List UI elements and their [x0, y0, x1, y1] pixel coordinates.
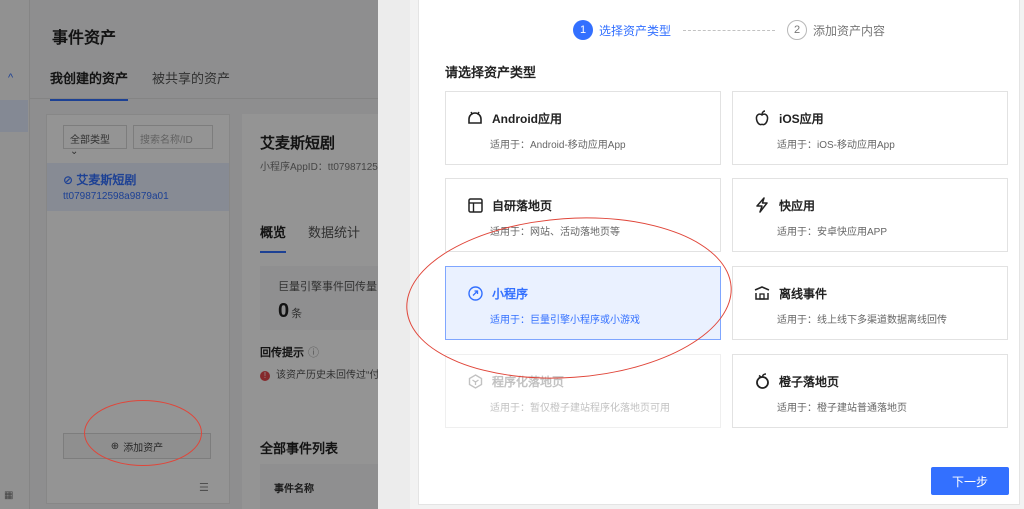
card-quick-app-desc: 适用于：安卓快应用APP [777, 227, 888, 238]
apple-icon [753, 109, 771, 127]
offline-icon [753, 284, 771, 302]
card-offline-event[interactable]: 离线事件 适用于：线上线下多渠道数据离线回传 [732, 266, 1008, 340]
card-self-landing-page[interactable]: 自研落地页 适用于：网站、活动落地页等 [445, 178, 721, 252]
card-ios-desc: 适用于：iOS-移动应用App [777, 140, 895, 151]
card-orange-landing-page[interactable]: 橙子落地页 适用于：橙子建站普通落地页 [732, 354, 1008, 428]
cube-icon [466, 372, 484, 390]
step-indicator: 1 选择资产类型 2 添加资产内容 [573, 20, 885, 40]
next-step-button[interactable]: 下一步 [931, 467, 1009, 495]
modal-overlay[interactable] [0, 0, 378, 509]
card-ios[interactable]: iOS应用 适用于：iOS-移动应用App [732, 91, 1008, 165]
layout-icon [466, 196, 484, 214]
card-android-name: Android应用 [492, 111, 562, 126]
card-quick-app[interactable]: 快应用 适用于：安卓快应用APP [732, 178, 1008, 252]
modal-backdrop: 1 选择资产类型 2 添加资产内容 请选择资产类型 Android应用 适用于：… [410, 0, 1024, 509]
card-offline-event-name: 离线事件 [779, 286, 828, 301]
card-offline-event-desc: 适用于：线上线下多渠道数据离线回传 [777, 315, 947, 326]
lightning-icon [753, 196, 771, 214]
card-programmatic-landing-page-desc: 适用于：暂仅橙子建站程序化落地页可用 [490, 403, 670, 414]
section-title: 请选择资产类型 [445, 65, 537, 80]
orange-icon [753, 372, 771, 390]
card-mini-program-name: 小程序 [492, 286, 529, 301]
card-android-desc: 适用于：Android-移动应用App [490, 140, 626, 151]
card-programmatic-landing-page: 程序化落地页 适用于：暂仅橙子建站程序化落地页可用 [445, 354, 721, 428]
add-asset-modal: 1 选择资产类型 2 添加资产内容 请选择资产类型 Android应用 适用于：… [418, 0, 1020, 505]
card-mini-program[interactable]: 小程序 适用于：巨量引擎小程序或小游戏 [445, 266, 721, 340]
card-orange-landing-page-name: 橙子落地页 [779, 374, 840, 389]
card-programmatic-landing-page-name: 程序化落地页 [492, 374, 565, 389]
android-icon [466, 109, 484, 127]
card-self-landing-page-desc: 适用于：网站、活动落地页等 [490, 227, 620, 238]
card-quick-app-name: 快应用 [779, 198, 816, 213]
step-connector [683, 29, 776, 31]
card-ios-name: iOS应用 [779, 111, 824, 126]
card-mini-program-desc: 适用于：巨量引擎小程序或小游戏 [490, 315, 640, 326]
link-icon [466, 284, 484, 302]
step-2-number: 2 [787, 20, 808, 40]
card-android[interactable]: Android应用 适用于：Android-移动应用App [445, 91, 721, 165]
card-self-landing-page-name: 自研落地页 [492, 198, 553, 213]
step-2-label: 添加资产内容 [813, 23, 886, 38]
step-1-label: 选择资产类型 [599, 23, 672, 38]
step-1-number: 1 [573, 20, 593, 40]
card-orange-landing-page-desc: 适用于：橙子建站普通落地页 [777, 403, 907, 414]
